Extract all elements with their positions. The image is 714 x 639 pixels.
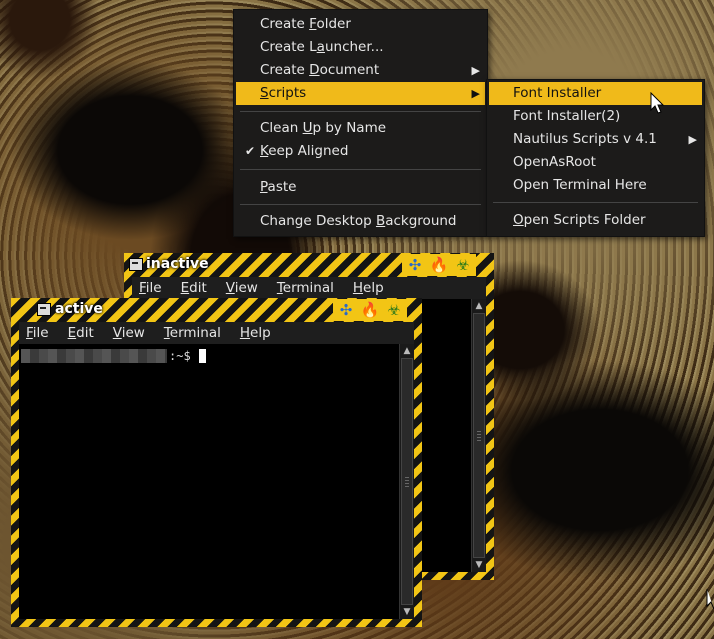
menu-item-create-folder[interactable]: Create Folder [236, 13, 485, 36]
menu-help[interactable]: Help [353, 280, 384, 296]
redacted-username [21, 349, 167, 363]
desktop-context-menu: Create Folder Create Launcher... Create … [233, 9, 488, 237]
terminal-area[interactable]: :~$ ▲ ▼ [19, 344, 414, 619]
menu-item-scripts[interactable]: Scripts ▶ [236, 82, 485, 105]
menu-terminal[interactable]: Terminal [277, 280, 334, 296]
menu-item-nautilus-scripts[interactable]: Nautilus Scripts v 4.1 ▶ [489, 128, 702, 151]
scrollbar[interactable]: ▲ ▼ [399, 344, 414, 619]
menubar: File Edit View Terminal Help [19, 322, 414, 344]
window-title: inactive [146, 256, 209, 272]
titlebar[interactable]: active ✣ 🔥 ☣ [11, 298, 422, 322]
menu-file[interactable]: File [26, 325, 49, 341]
grip-icon [405, 476, 409, 487]
menu-item-open-terminal-here[interactable]: Open Terminal Here [489, 174, 702, 197]
submenu-arrow-icon: ▶ [471, 64, 480, 77]
mouse-pointer-icon [706, 589, 714, 610]
menu-item-create-launcher[interactable]: Create Launcher... [236, 36, 485, 59]
menu-item-open-as-root[interactable]: OpenAsRoot [489, 151, 702, 174]
menu-separator [493, 202, 698, 203]
window-buttons: ✣ 🔥 ☣ [333, 299, 407, 321]
menu-edit[interactable]: Edit [181, 280, 207, 296]
menu-view[interactable]: View [113, 325, 145, 341]
scroll-up-arrow-icon[interactable]: ▲ [402, 346, 412, 356]
scroll-down-arrow-icon[interactable]: ▼ [474, 560, 484, 570]
menu-separator [240, 169, 481, 170]
menu-separator [240, 204, 481, 205]
minimize-fan-icon[interactable]: ✣ [404, 254, 426, 276]
menu-item-create-document[interactable]: Create Document ▶ [236, 59, 485, 82]
submenu-arrow-icon: ▶ [471, 87, 480, 100]
menu-item-open-scripts-folder[interactable]: Open Scripts Folder [489, 209, 702, 232]
checkmark-icon: ✔ [245, 144, 256, 158]
close-biohazard-icon[interactable]: ☣ [452, 254, 474, 276]
scrollbar[interactable]: ▲ ▼ [471, 299, 486, 572]
grip-icon [477, 430, 481, 441]
window-buttons: ✣ 🔥 ☣ [402, 254, 476, 276]
close-biohazard-icon[interactable]: ☣ [383, 299, 405, 321]
scroll-down-arrow-icon[interactable]: ▼ [402, 607, 412, 617]
menu-terminal[interactable]: Terminal [164, 325, 221, 341]
menu-help[interactable]: Help [240, 325, 271, 341]
terminal-icon [37, 303, 51, 316]
menu-view[interactable]: View [226, 280, 258, 296]
submenu-arrow-icon: ▶ [688, 133, 697, 146]
menu-item-font-installer-2[interactable]: Font Installer(2) [489, 105, 702, 128]
text-cursor [198, 349, 206, 363]
menu-item-font-installer[interactable]: Font Installer [489, 82, 702, 105]
minimize-fan-icon[interactable]: ✣ [335, 299, 357, 321]
menu-separator [240, 111, 481, 112]
scripts-submenu: Font Installer Font Installer(2) Nautilu… [486, 79, 705, 237]
window-title: active [55, 301, 103, 317]
titlebar[interactable]: inactive ✣ 🔥 ☣ [124, 253, 494, 277]
menu-item-keep-aligned[interactable]: ✔ Keep Aligned [236, 140, 485, 163]
scroll-up-arrow-icon[interactable]: ▲ [474, 301, 484, 311]
menu-file[interactable]: File [139, 280, 162, 296]
maximize-fire-icon[interactable]: 🔥 [428, 254, 450, 276]
prompt-line: :~$ [21, 348, 206, 364]
menu-item-paste[interactable]: Paste [236, 176, 485, 199]
scroll-thumb[interactable] [473, 313, 485, 558]
menu-item-change-background[interactable]: Change Desktop Background [236, 210, 485, 233]
maximize-fire-icon[interactable]: 🔥 [359, 299, 381, 321]
menu-edit[interactable]: Edit [68, 325, 94, 341]
terminal-icon [129, 258, 143, 271]
scroll-thumb[interactable] [401, 358, 413, 605]
active-terminal-window[interactable]: active ✣ 🔥 ☣ File Edit View Terminal Hel… [11, 298, 422, 627]
prompt-text: :~$ [169, 349, 191, 363]
mouse-pointer-icon [650, 92, 665, 114]
menu-item-clean-up[interactable]: Clean Up by Name [236, 117, 485, 140]
menubar: File Edit View Terminal Help [132, 277, 486, 299]
